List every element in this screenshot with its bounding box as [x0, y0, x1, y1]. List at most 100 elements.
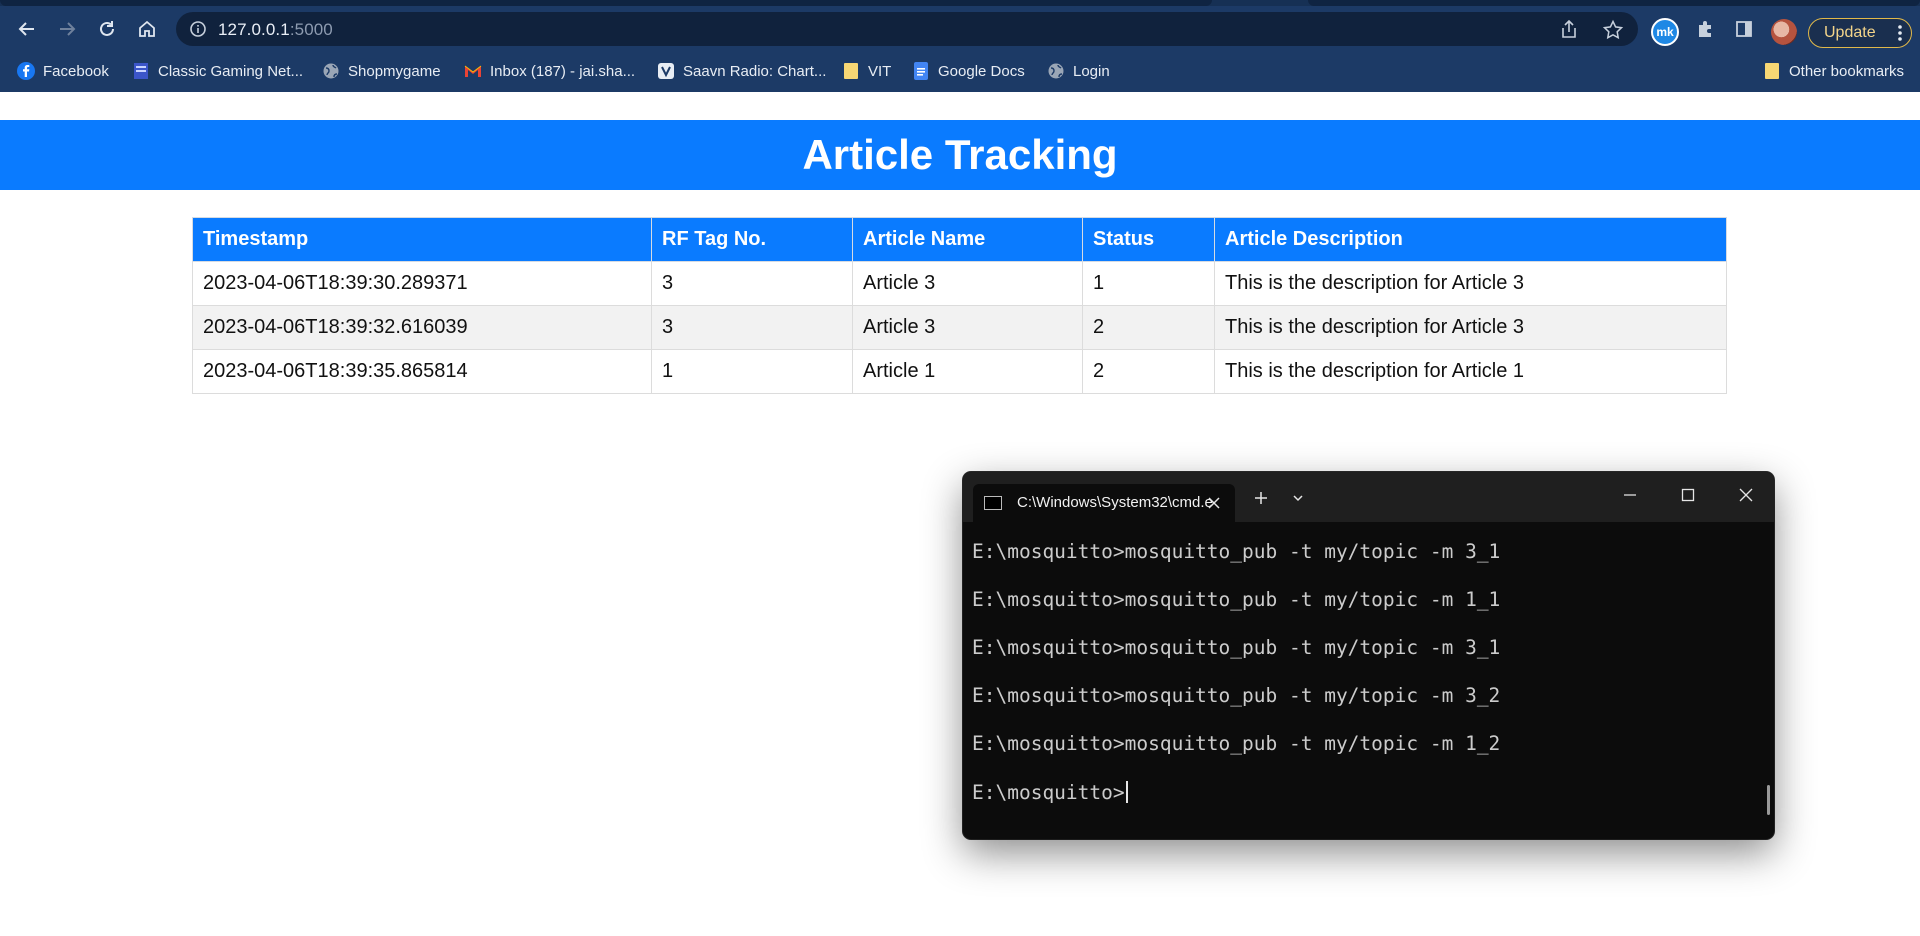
docs-icon [912, 62, 930, 80]
share-icon[interactable] [1558, 19, 1580, 41]
new-tab-button[interactable] [1249, 486, 1273, 510]
site-info-icon[interactable] [188, 19, 208, 39]
status-cell: 1 [1082, 261, 1215, 306]
status-cell: 2 [1082, 349, 1215, 394]
back-arrow-icon [18, 22, 34, 36]
tab-edge[interactable] [1308, 0, 1920, 6]
column-header: Status [1082, 217, 1215, 262]
terminal-prompt-line[interactable]: E:\mosquitto> [972, 781, 1752, 829]
close-tab-icon[interactable] [1205, 494, 1223, 512]
bookmark-label: Facebook [43, 62, 109, 80]
terminal-tab[interactable]: C:\Windows\System32\cmd.e [973, 484, 1235, 524]
maximize-button[interactable] [1668, 482, 1708, 508]
browser-toolbar: 127.0.0.1:5000 mk Update [0, 8, 1920, 50]
bookmark-shopmygame[interactable]: Shopmygame [322, 59, 441, 83]
column-header: RF Tag No. [651, 217, 853, 262]
side-panel-button[interactable] [1727, 12, 1761, 46]
terminal-prompt: E:\mosquitto> [972, 781, 1125, 804]
folder-icon [842, 62, 860, 80]
terminal-line: E:\mosquitto>mosquitto_pub -t my/topic -… [972, 636, 1501, 659]
maximize-icon [1681, 488, 1695, 502]
address-bar[interactable]: 127.0.0.1:5000 [176, 12, 1638, 46]
bookmark-label: VIT [868, 62, 892, 80]
bookmark-label: Shopmygame [348, 62, 441, 80]
close-window-button[interactable] [1726, 482, 1766, 508]
globe-icon [1047, 62, 1065, 80]
globe-icon [322, 62, 340, 80]
bookmark-label: Login [1073, 62, 1110, 80]
url-host: 127.0.0.1 [218, 20, 290, 39]
terminal-line: E:\mosquitto>mosquitto_pub -t my/topic -… [972, 540, 1501, 563]
bookmark-facebook[interactable]: Facebook [17, 59, 109, 83]
status-cell: 2 [1082, 305, 1215, 350]
column-header: Article Name [852, 217, 1083, 262]
active-tab-edge[interactable] [0, 0, 1212, 6]
table-row: 2023-04-06T18:39:32.616039 3 Article 3 2… [192, 305, 1727, 350]
bookmarks-bar: Facebook Classic Gaming Net... Shopmygam… [0, 56, 1920, 86]
rf-tag-cell: 1 [651, 349, 853, 394]
forward-button[interactable] [50, 12, 84, 46]
cmd-icon [984, 496, 1002, 510]
back-button[interactable] [10, 12, 44, 46]
rf-tag-cell: 3 [651, 305, 853, 350]
terminal-window[interactable]: C:\Windows\System32\cmd.e E:\mosquitto>m… [963, 472, 1774, 839]
table-row: 2023-04-06T18:39:30.289371 3 Article 3 1… [192, 261, 1727, 306]
url-text: 127.0.0.1:5000 [218, 20, 333, 40]
bookmark-google-docs[interactable]: Google Docs [912, 59, 1025, 83]
bookmark-star-icon[interactable] [1602, 19, 1624, 41]
tab-strip [0, 0, 1920, 6]
article-table: Timestamp RF Tag No. Article Name Status… [192, 217, 1727, 394]
page-title: Article Tracking [802, 131, 1118, 178]
reload-button[interactable] [90, 12, 124, 46]
description-cell: This is the description for Article 3 [1214, 261, 1727, 306]
tab-dropdown-button[interactable] [1286, 486, 1310, 510]
update-button[interactable]: Update [1808, 18, 1912, 48]
more-menu-icon [1898, 25, 1902, 41]
terminal-tab-title: C:\Windows\System32\cmd.e [1017, 494, 1213, 511]
bookmark-label: Inbox (187) - jai.sha... [490, 62, 636, 80]
terminal-titlebar[interactable]: C:\Windows\System32\cmd.e [963, 472, 1774, 524]
close-icon [1739, 488, 1753, 502]
plus-icon [1255, 492, 1267, 504]
terminal-line: E:\mosquitto>mosquitto_pub -t my/topic -… [972, 588, 1501, 611]
bookmark-vit[interactable]: VIT [842, 59, 891, 83]
bookmark-gmail-inbox[interactable]: Inbox (187) - jai.sha... [464, 59, 635, 83]
forward-arrow-icon [60, 22, 76, 36]
timestamp-cell: 2023-04-06T18:39:30.289371 [192, 261, 652, 306]
chevron-down-icon [1293, 495, 1303, 502]
minimize-button[interactable] [1610, 482, 1650, 508]
bookmark-classic-gaming[interactable]: Classic Gaming Net... [132, 59, 303, 83]
article-name-cell: Article 3 [852, 305, 1083, 350]
bookmark-label: Google Docs [938, 62, 1025, 80]
table-header-row: Timestamp RF Tag No. Article Name Status… [192, 217, 1727, 262]
home-icon [139, 20, 155, 37]
column-header: Article Description [1214, 217, 1727, 262]
timestamp-cell: 2023-04-06T18:39:32.616039 [192, 305, 652, 350]
rf-tag-cell: 3 [651, 261, 853, 306]
puzzle-icon [1699, 21, 1711, 37]
folder-icon [1763, 62, 1781, 80]
home-button[interactable] [130, 12, 164, 46]
bookmark-label: Saavn Radio: Chart... [683, 62, 827, 80]
column-header: Timestamp [192, 217, 652, 262]
url-port: :5000 [289, 20, 333, 39]
terminal-scrollbar[interactable] [1767, 785, 1770, 815]
profile-avatar[interactable] [1771, 19, 1797, 45]
other-bookmarks-folder[interactable]: Other bookmarks [1763, 59, 1904, 83]
terminal-output[interactable]: E:\mosquitto>mosquitto_pub -t my/topic -… [972, 541, 1752, 829]
article-name-cell: Article 3 [852, 261, 1083, 306]
bookmark-login[interactable]: Login [1047, 59, 1110, 83]
bookmark-saavn[interactable]: Saavn Radio: Chart... [657, 59, 826, 83]
extension-icon[interactable]: mk [1651, 18, 1679, 46]
bookmark-label: Classic Gaming Net... [158, 62, 304, 80]
browser-chrome: 127.0.0.1:5000 mk Update Facebook Classi… [0, 0, 1920, 92]
description-cell: This is the description for Article 3 [1214, 305, 1727, 350]
facebook-icon [17, 62, 35, 80]
side-panel-icon [1736, 21, 1752, 37]
text-cursor [1125, 781, 1128, 803]
terminal-line: E:\mosquitto>mosquitto_pub -t my/topic -… [972, 684, 1501, 707]
extensions-button[interactable] [1688, 12, 1722, 46]
article-name-cell: Article 1 [852, 349, 1083, 394]
page-icon [132, 62, 150, 80]
page-header: Article Tracking [0, 120, 1920, 190]
